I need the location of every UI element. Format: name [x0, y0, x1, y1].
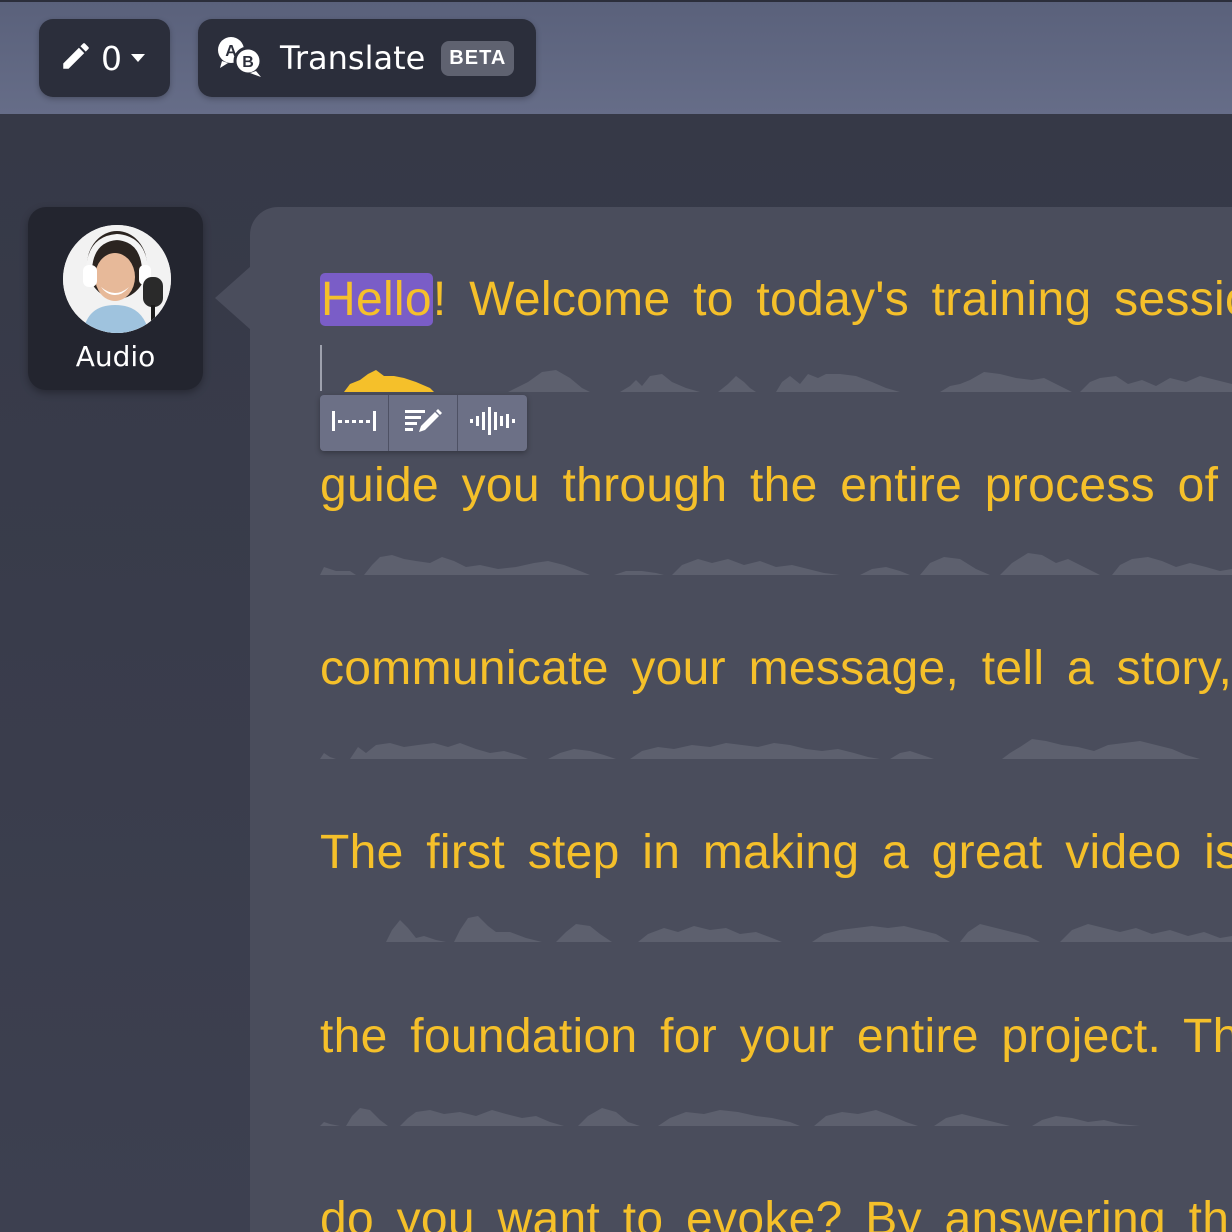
- transcript-line[interactable]: communicate your message, tell a story,: [320, 639, 1232, 699]
- waveform[interactable]: [320, 1096, 1232, 1126]
- speaker-pointer: [215, 266, 251, 330]
- transcript-panel: [250, 207, 1232, 1232]
- top-toolbar: 0 A B Translate BETA: [0, 0, 1232, 114]
- highlighted-word[interactable]: Hello: [320, 273, 433, 326]
- word-action-toolbar: [320, 395, 527, 451]
- translate-icon: A B: [216, 34, 264, 82]
- svg-text:B: B: [242, 54, 254, 71]
- transcript-line[interactable]: Hello! Welcome to today's training sessi…: [320, 270, 1232, 330]
- translate-button[interactable]: A B Translate BETA: [198, 19, 536, 97]
- edit-count-button[interactable]: 0: [39, 19, 170, 97]
- edit-text-button[interactable]: [389, 395, 458, 451]
- transcript-line[interactable]: guide you through the entire process of: [320, 456, 1218, 516]
- speaker-card[interactable]: Audio: [28, 207, 203, 390]
- pencil-icon: [59, 39, 93, 77]
- transcript-line[interactable]: The first step in making a great video i…: [320, 823, 1232, 883]
- waveform-icon: [469, 406, 517, 440]
- insert-gap-button[interactable]: [320, 395, 389, 451]
- waveform[interactable]: [320, 912, 1232, 942]
- gap-icon: [330, 409, 378, 437]
- translate-label: Translate: [280, 39, 426, 77]
- audio-edit-button[interactable]: [458, 395, 527, 451]
- line-text: ! Welcome to today's training sessio: [432, 273, 1232, 326]
- waveform[interactable]: [320, 729, 1232, 759]
- beta-badge: BETA: [441, 40, 515, 76]
- chevron-down-icon: [130, 49, 146, 68]
- app-root: 0 A B Translate BETA Audio Hello! Welcom…: [0, 0, 1232, 1232]
- speaker-name: Audio: [75, 340, 156, 373]
- transcript-line[interactable]: do you want to evoke? By answering th: [320, 1190, 1229, 1232]
- avatar: [63, 225, 171, 333]
- edit-count: 0: [101, 38, 122, 78]
- transcript-line[interactable]: the foundation for your entire project. …: [320, 1007, 1232, 1067]
- waveform[interactable]: [320, 545, 1232, 575]
- edit-text-icon: [403, 406, 443, 440]
- waveform[interactable]: [320, 362, 1232, 392]
